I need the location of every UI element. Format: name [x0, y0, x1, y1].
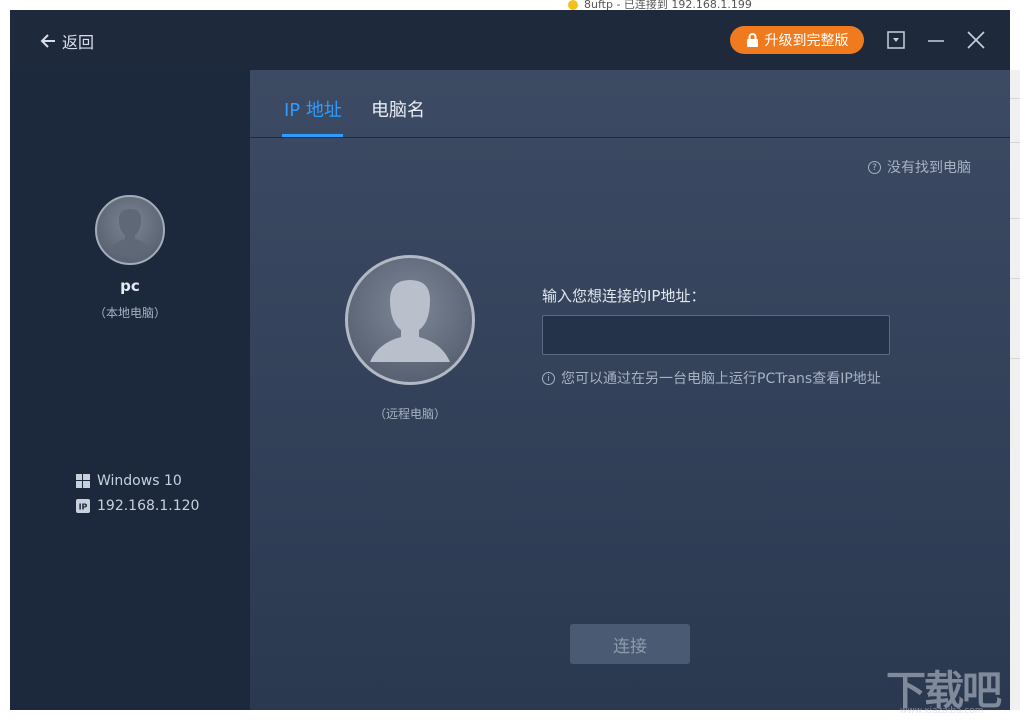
remote-pc-subtitle: （远程电脑）	[345, 405, 475, 422]
local-pc-avatar	[95, 195, 165, 265]
app-smiley-icon	[568, 0, 578, 10]
watermark-logo: 下载吧 www.xiazaiba.com	[886, 658, 1016, 718]
upgrade-button[interactable]: 升级到完整版	[730, 26, 864, 54]
active-tab-indicator	[282, 134, 343, 137]
computer-not-found-link[interactable]: ? 没有找到电脑	[868, 157, 971, 177]
close-icon	[967, 31, 985, 49]
app-window: 返回 升级到完整版	[10, 10, 1010, 710]
minimize-button[interactable]	[924, 28, 948, 52]
arrow-left-icon	[40, 33, 56, 49]
dropdown-menu-button[interactable]	[884, 28, 908, 52]
minimize-icon	[927, 31, 945, 49]
connect-button[interactable]: 连接	[570, 624, 690, 664]
remote-pc-avatar	[345, 255, 475, 385]
connection-panel: IP 地址 电脑名 ? 没有找到电脑 （远程电脑） 输入您想连接的IP地址： i…	[250, 70, 1010, 710]
dropdown-box-icon	[887, 31, 905, 49]
lock-icon	[746, 33, 759, 47]
ip-input-label: 输入您想连接的IP地址：	[542, 285, 705, 306]
os-info: Windows 10	[76, 473, 182, 489]
ip-label: 192.168.1.120	[97, 498, 199, 514]
back-button[interactable]: 返回	[40, 30, 94, 52]
ip-icon: IP	[76, 499, 90, 513]
background-window-title: 8uftp - 已连接到 192.168.1.199	[560, 0, 1020, 10]
ip-address-input[interactable]	[542, 315, 890, 355]
windows-icon	[76, 474, 90, 488]
upgrade-label: 升级到完整版	[765, 30, 849, 50]
ip-hint-text: 您可以通过在另一台电脑上运行PCTrans查看IP地址	[561, 368, 881, 388]
svg-text:IP: IP	[79, 503, 88, 512]
local-pc-subtitle: （本地电脑）	[10, 304, 250, 321]
os-label: Windows 10	[97, 473, 182, 489]
tab-bar: IP 地址 电脑名	[250, 70, 1010, 138]
watermark-small: www.xiazaiba.com	[900, 706, 984, 716]
tab-ip-address[interactable]: IP 地址	[284, 96, 342, 122]
local-pc-panel: pc （本地电脑） Windows 10 IP 192.168.1.120	[10, 70, 250, 710]
question-icon: ?	[868, 161, 881, 174]
tab-computer-name[interactable]: 电脑名	[371, 96, 425, 122]
person-silhouette-icon	[348, 258, 472, 382]
ip-info: IP 192.168.1.120	[76, 498, 199, 514]
title-bar: 返回 升级到完整版	[10, 10, 1010, 70]
help-link-label: 没有找到电脑	[887, 157, 971, 177]
local-pc-name: pc	[10, 277, 250, 295]
close-button[interactable]	[964, 28, 988, 52]
info-icon: i	[542, 372, 555, 385]
back-label: 返回	[62, 29, 94, 53]
person-silhouette-icon	[97, 197, 163, 263]
ip-hint: i 您可以通过在另一台电脑上运行PCTrans查看IP地址	[542, 368, 881, 388]
